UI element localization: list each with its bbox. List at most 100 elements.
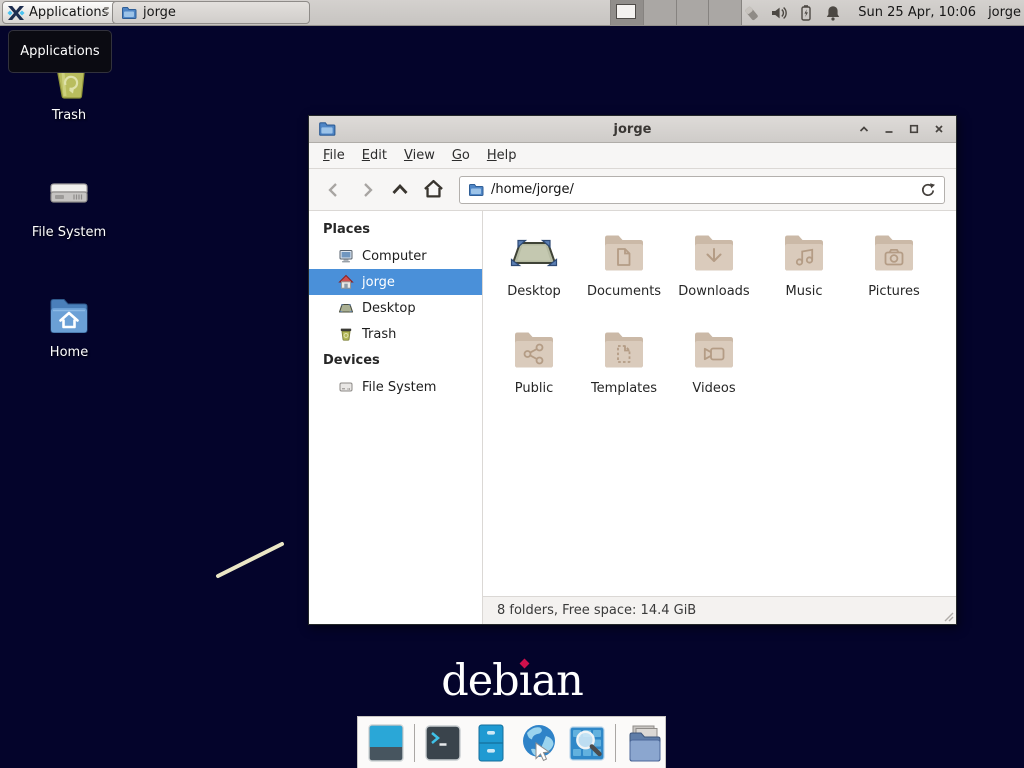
notifications-bell-icon[interactable] (824, 4, 842, 22)
menu-go[interactable]: Go (452, 148, 470, 163)
trash-small-icon (338, 326, 354, 342)
panel-clock[interactable]: Sun 25 Apr, 10:06 (858, 5, 976, 20)
desktop-icon-label: Trash (52, 108, 86, 123)
applications-menu-button[interactable]: Applications (2, 1, 118, 24)
menu-bar: File Edit View Go Help (309, 143, 956, 169)
workspace-3[interactable] (677, 0, 710, 25)
file-label: Music (786, 284, 823, 299)
file-cabinet-icon (471, 723, 511, 763)
file-label: Downloads (678, 284, 749, 299)
panel-user-label[interactable]: jorge (988, 5, 1021, 20)
directory-icon (624, 723, 664, 763)
dock-panel (357, 716, 666, 768)
taskbar-window-label: jorge (143, 5, 176, 20)
app-finder-launcher[interactable] (567, 723, 607, 763)
workspace-1[interactable] (611, 0, 644, 25)
menu-edit[interactable]: Edit (362, 148, 387, 163)
sidebar-item-desktop[interactable]: Desktop (309, 295, 482, 321)
volume-icon[interactable] (770, 4, 788, 22)
graphics-tablet-icon[interactable] (743, 4, 761, 22)
hard-drive-icon (45, 170, 93, 218)
file-documents[interactable]: Documents (579, 227, 669, 299)
forward-button[interactable] (353, 176, 381, 204)
show-desktop-icon (366, 723, 406, 763)
file-manager-launcher[interactable] (471, 723, 511, 763)
drive-icon (338, 379, 354, 395)
file-label: Desktop (507, 284, 561, 299)
top-panel: Applications jorge (0, 0, 1024, 26)
file-templates[interactable]: Templates (579, 324, 669, 396)
documents-folder-icon (600, 227, 648, 275)
file-pictures[interactable]: Pictures (849, 227, 939, 299)
sidebar-item-label: Computer (362, 249, 427, 264)
file-label: Videos (692, 381, 735, 396)
resize-grip[interactable] (942, 610, 954, 622)
desktop-icon-home[interactable]: Home (21, 290, 117, 360)
workspace-switcher[interactable] (610, 0, 742, 25)
file-music[interactable]: Music (759, 227, 849, 299)
sidebar-item-jorge[interactable]: jorge (309, 269, 482, 295)
sidebar-item-file-system[interactable]: File System (309, 374, 482, 400)
system-tray (743, 4, 842, 22)
applications-tooltip: Applications (8, 30, 112, 73)
terminal-launcher[interactable] (423, 723, 463, 763)
debian-logo-text: debıan (441, 658, 583, 705)
stray-line (212, 536, 290, 584)
xfce-logo-icon (7, 4, 25, 22)
side-pane: Places Computer jorge (309, 211, 483, 624)
desktop-icon (338, 300, 354, 316)
sidebar-item-label: File System (362, 380, 436, 395)
file-downloads[interactable]: Downloads (669, 227, 759, 299)
workspace-window-thumbnail (616, 4, 636, 19)
file-manager-window: jorge File Edit View Go Help (308, 115, 957, 625)
menu-view[interactable]: View (404, 148, 435, 163)
desktop-icon-file-system[interactable]: File System (21, 170, 117, 240)
file-label: Pictures (868, 284, 919, 299)
sidebar-item-label: Trash (362, 327, 396, 342)
sidebar-item-computer[interactable]: Computer (309, 243, 482, 269)
tooltip-text: Applications (20, 44, 99, 59)
debian-logo: debıan (0, 658, 1024, 705)
desktop-icon-label: Home (50, 345, 88, 360)
dock-separator (414, 724, 415, 762)
templates-folder-icon (600, 324, 648, 372)
battery-charging-icon[interactable] (797, 4, 815, 22)
taskbar-window-button[interactable]: jorge (112, 1, 310, 24)
file-desktop[interactable]: Desktop (489, 227, 579, 299)
web-browser-launcher[interactable] (519, 723, 559, 763)
file-label: Templates (591, 381, 657, 396)
menu-file[interactable]: File (323, 148, 345, 163)
panel-separator-handle[interactable] (103, 7, 109, 19)
location-bar[interactable]: /home/jorge/ (459, 176, 945, 204)
back-button[interactable] (320, 176, 348, 204)
file-icon-view[interactable]: Desktop Documents Downloads (483, 211, 956, 596)
home-folder-icon (45, 290, 93, 338)
location-path-text[interactable]: /home/jorge/ (491, 182, 913, 197)
minimize-button[interactable] (881, 121, 897, 137)
file-label: Public (515, 381, 553, 396)
show-desktop-button[interactable] (366, 723, 406, 763)
up-button[interactable] (386, 176, 414, 204)
directory-launcher[interactable] (624, 723, 664, 763)
workspace-4[interactable] (709, 0, 742, 25)
desktop-pad-icon (510, 227, 558, 275)
window-folder-icon (121, 5, 137, 21)
globe-icon (519, 723, 559, 763)
music-folder-icon (780, 227, 828, 275)
reload-icon[interactable] (920, 182, 936, 198)
file-videos[interactable]: Videos (669, 324, 759, 396)
file-public[interactable]: Public (489, 324, 579, 396)
places-header: Places (309, 216, 482, 243)
maximize-button[interactable] (906, 121, 922, 137)
shade-button[interactable] (856, 121, 872, 137)
workspace-2[interactable] (644, 0, 677, 25)
window-titlebar[interactable]: jorge (309, 116, 956, 143)
computer-icon (338, 248, 354, 264)
home-icon (338, 274, 354, 290)
close-button[interactable] (931, 121, 947, 137)
devices-header: Devices (309, 347, 482, 374)
menu-help[interactable]: Help (487, 148, 517, 163)
terminal-icon (423, 723, 463, 763)
home-button[interactable] (419, 176, 447, 204)
sidebar-item-trash[interactable]: Trash (309, 321, 482, 347)
